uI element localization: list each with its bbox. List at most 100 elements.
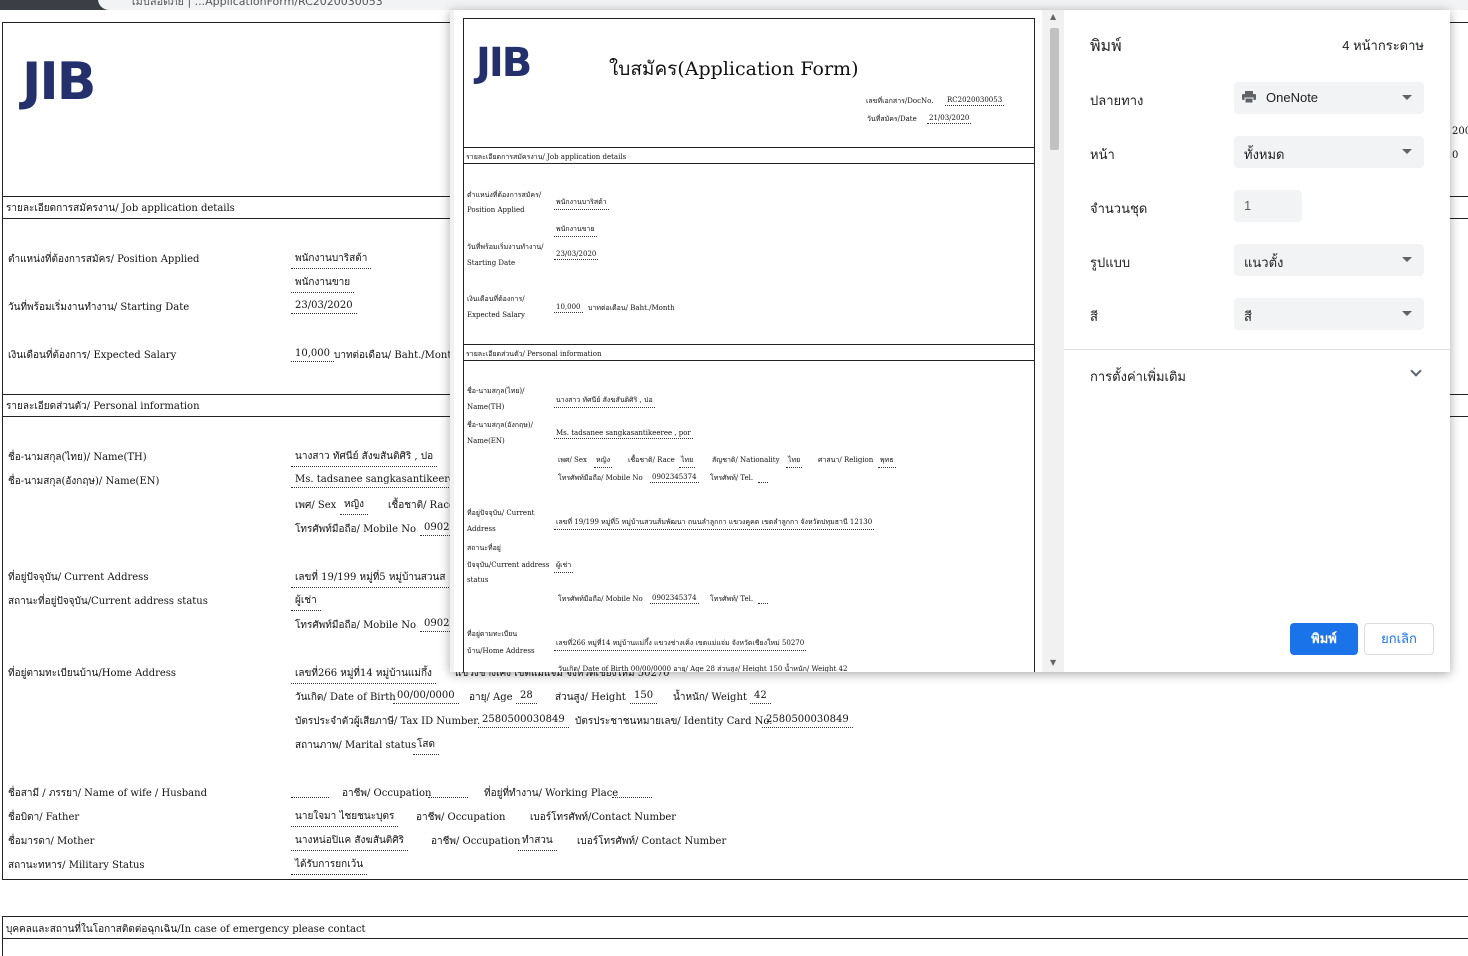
preview-status-label-2: ปัจจุบัน/Current address [467,561,550,569]
settings-divider [1064,349,1450,350]
name-th-label: ชื่อ-นามสกุล(ไทย)/ Name(TH) [8,452,147,463]
print-preview[interactable]: JIB ใบสมัคร(Application Form) เลขที่เอกส… [450,10,1046,672]
preview-status-label-1: สถานะที่อยู่ [467,544,501,552]
preview-position-label-1: ตำแหน่งที่ต้องการสมัคร/ [467,191,542,199]
weight-value: 42 [750,690,771,704]
copies-label: จำนวนชุด [1090,201,1148,216]
home-address-value: เลขที่266 หมู่ที่14 หมู่บ้านแม่กึ้ง [291,666,436,684]
father-occupation-label: อาชีพ/ Occupation [416,812,506,823]
preview-start-value: 23/03/2020 [554,250,599,260]
browser-toolbar: ไม่ปลอดภัย | ...ApplicationForm/RC202003… [0,0,1468,10]
tax-id-label: บัตรประจำตัวผู้เสียภาษี/ Tax ID Number. [295,716,481,727]
home-address-label: ที่อยู่ตามทะเบียนบ้าน/Home Address [8,668,177,679]
preview-docno-value: RC2020030053 [945,96,1005,106]
layout-select[interactable]: แนวตั้ง [1234,244,1424,276]
preview-religion-value: พุทธ [878,455,896,468]
preview-salary-label-1: เงินเดือนที่ต้องการ/ [467,295,525,303]
height-label: ส่วนสูง/ Height [555,692,626,703]
preview-address-label-1: ที่อยู่ปัจจุบัน/ Current [467,509,535,517]
age-label: อายุ/ Age [469,692,513,703]
mobile-label-2: โทรศัพท์มือถือ/ Mobile No [295,620,416,631]
height-value: 150 [630,690,658,704]
preview-name-th-value: นางสาว ทัศนีย์ สังฆสันติศิริ , ปอ [554,395,655,408]
preview-home-value: เลขที่266 หมู่ที่14 หมู่บ้านแม่กึ้ง แขวง… [554,638,807,651]
cancel-button[interactable]: ยกเลิก [1364,623,1434,655]
salary-label: เงินเดือนที่ต้องการ/ Expected Salary [8,350,177,361]
printer-icon [1242,91,1256,103]
preview-name-en-label-2: Name(EN) [467,437,505,445]
scroll-up-icon[interactable]: ▲ [1050,12,1056,21]
preview-sex-label: เพศ/ Sex [558,456,587,464]
preview-start-label-2: Starting Date [467,259,516,267]
chevron-down-icon [1402,95,1412,100]
chevron-down-icon [1402,257,1412,262]
preview-position-value-1: พนักงานบาริสต้า [554,197,609,210]
preview-jib-logo: JIB [476,40,532,86]
father-label: ชื่อบิดา/ Father [8,812,80,823]
father-contact-label: เบอร์โทรศัพท์/Contact Number [530,812,677,823]
preview-address-label-2: Address [467,525,496,533]
preview-salary-value: 10,000 [554,303,583,313]
chevron-down-icon [1402,311,1412,316]
spouse-value [291,786,329,798]
dob-value: 00/00/0000 [393,690,459,704]
expand-chevron-icon[interactable] [1410,365,1422,377]
pages-select[interactable]: ทั้งหมด [1234,136,1424,168]
preview-name-th-label-1: ชื่อ-นามสกุล(ไทย)/ [467,387,525,395]
preview-position-label-2: Position Applied [467,206,525,214]
preview-tel-label: โทรศัพท์/ Tel. [710,474,754,482]
print-button[interactable]: พิมพ์ [1290,623,1358,655]
mother-value: นางหน่อปิแค สังฆสันติศิริ [291,833,408,851]
destination-label: ปลายทาง [1090,93,1144,108]
position-value-1: พนักงานบาริสต้า [291,251,372,269]
id-card-value: 2580500030849 [762,714,853,728]
marital-label: สถานภาพ/ Marital status [295,740,417,751]
preview-date-value: 21/03/2020 [927,114,972,124]
military-value: ได้รับการยกเว้น [291,857,368,875]
more-settings-toggle[interactable]: การตั้งค่าเพิ่มเติม [1090,366,1186,387]
preview-race-value: ไทย [679,455,696,468]
spouse-occupation-label: อาชีพ/ Occupation [342,788,432,799]
scrollbar-thumb[interactable] [1050,28,1059,150]
pages-label: หน้า [1090,147,1115,162]
preview-salary-unit: บาทต่อเดือน/ Baht./Month [588,304,675,312]
mobile-label: โทรศัพท์มือถือ/ Mobile No [295,524,416,535]
print-settings-panel: พิมพ์ 4 หน้ากระดาษ ปลายทาง OneNote หน้า … [1064,10,1450,672]
sex-label: เพศ/ Sex [295,500,337,511]
layout-value: แนวตั้ง [1244,255,1284,270]
name-th-value: นางสาว ทัศนีย์ สังฆสันติศิริ , ปอ [291,449,438,467]
preview-race-label: เชื้อชาติ/ Race [628,456,675,464]
salary-unit: บาทต่อเดือน/ Baht./Month [334,350,458,361]
right-edge-text-1: 200 [1452,126,1468,137]
workplace-value [612,786,652,798]
workplace-label: ที่อยู่ที่ทำงาน/ Working Place [484,788,619,799]
scroll-down-icon[interactable]: ▼ [1050,658,1056,667]
color-select[interactable]: สี [1234,298,1424,330]
preview-form-title: ใบสมัคร(Application Form) [609,58,859,80]
section-personal: รายละเอียดส่วนตัว/ Personal information [6,401,200,412]
salary-value: 10,000 [291,348,334,362]
age-value: 28 [516,690,537,704]
preview-scrollbar[interactable]: ▲ ▼ [1046,10,1064,672]
start-date-value: 23/03/2020 [291,300,357,314]
current-address-value: เลขที่ 19/199 หมู่ที่5 หมู่บ้านสวนส [291,570,450,588]
name-en-label: ชื่อ-นามสกุล(อังกฤษ)/ Name(EN) [8,476,160,487]
preview-position-value-2: พนักงานขาย [554,224,597,237]
divider [463,360,1035,361]
preview-address-value: เลขที่ 19/199 หมู่ที่5 หมู่บ้านสวนส้มพัฒ… [554,517,875,530]
preview-page: JIB ใบสมัคร(Application Form) เลขที่เอกส… [454,10,1042,672]
preview-mobile-label: โทรศัพท์มือถือ/ Mobile No [558,474,643,482]
preview-mobile-value: 0902345374 [650,473,699,483]
copies-input[interactable]: 1 [1234,190,1302,222]
color-label: สี [1090,309,1098,324]
current-address-label: ที่อยู่ปัจจุบัน/ Current Address [8,572,149,583]
preview-start-label-1: วันที่พร้อมเริ่มงานทำงาน/ [467,243,544,251]
divider [2,938,1468,939]
divider [463,344,1035,345]
destination-select[interactable]: OneNote [1234,82,1424,114]
marital-value: โสด [413,737,439,755]
id-card-label: บัตรประชาชนหมายเลข/ Identity Card No. [575,716,773,727]
position-value-2: พนักงานขาย [291,275,355,293]
divider [463,163,1035,164]
spouse-label: ชื่อสามี / ภรรยา/ Name of wife / Husband [8,788,207,799]
